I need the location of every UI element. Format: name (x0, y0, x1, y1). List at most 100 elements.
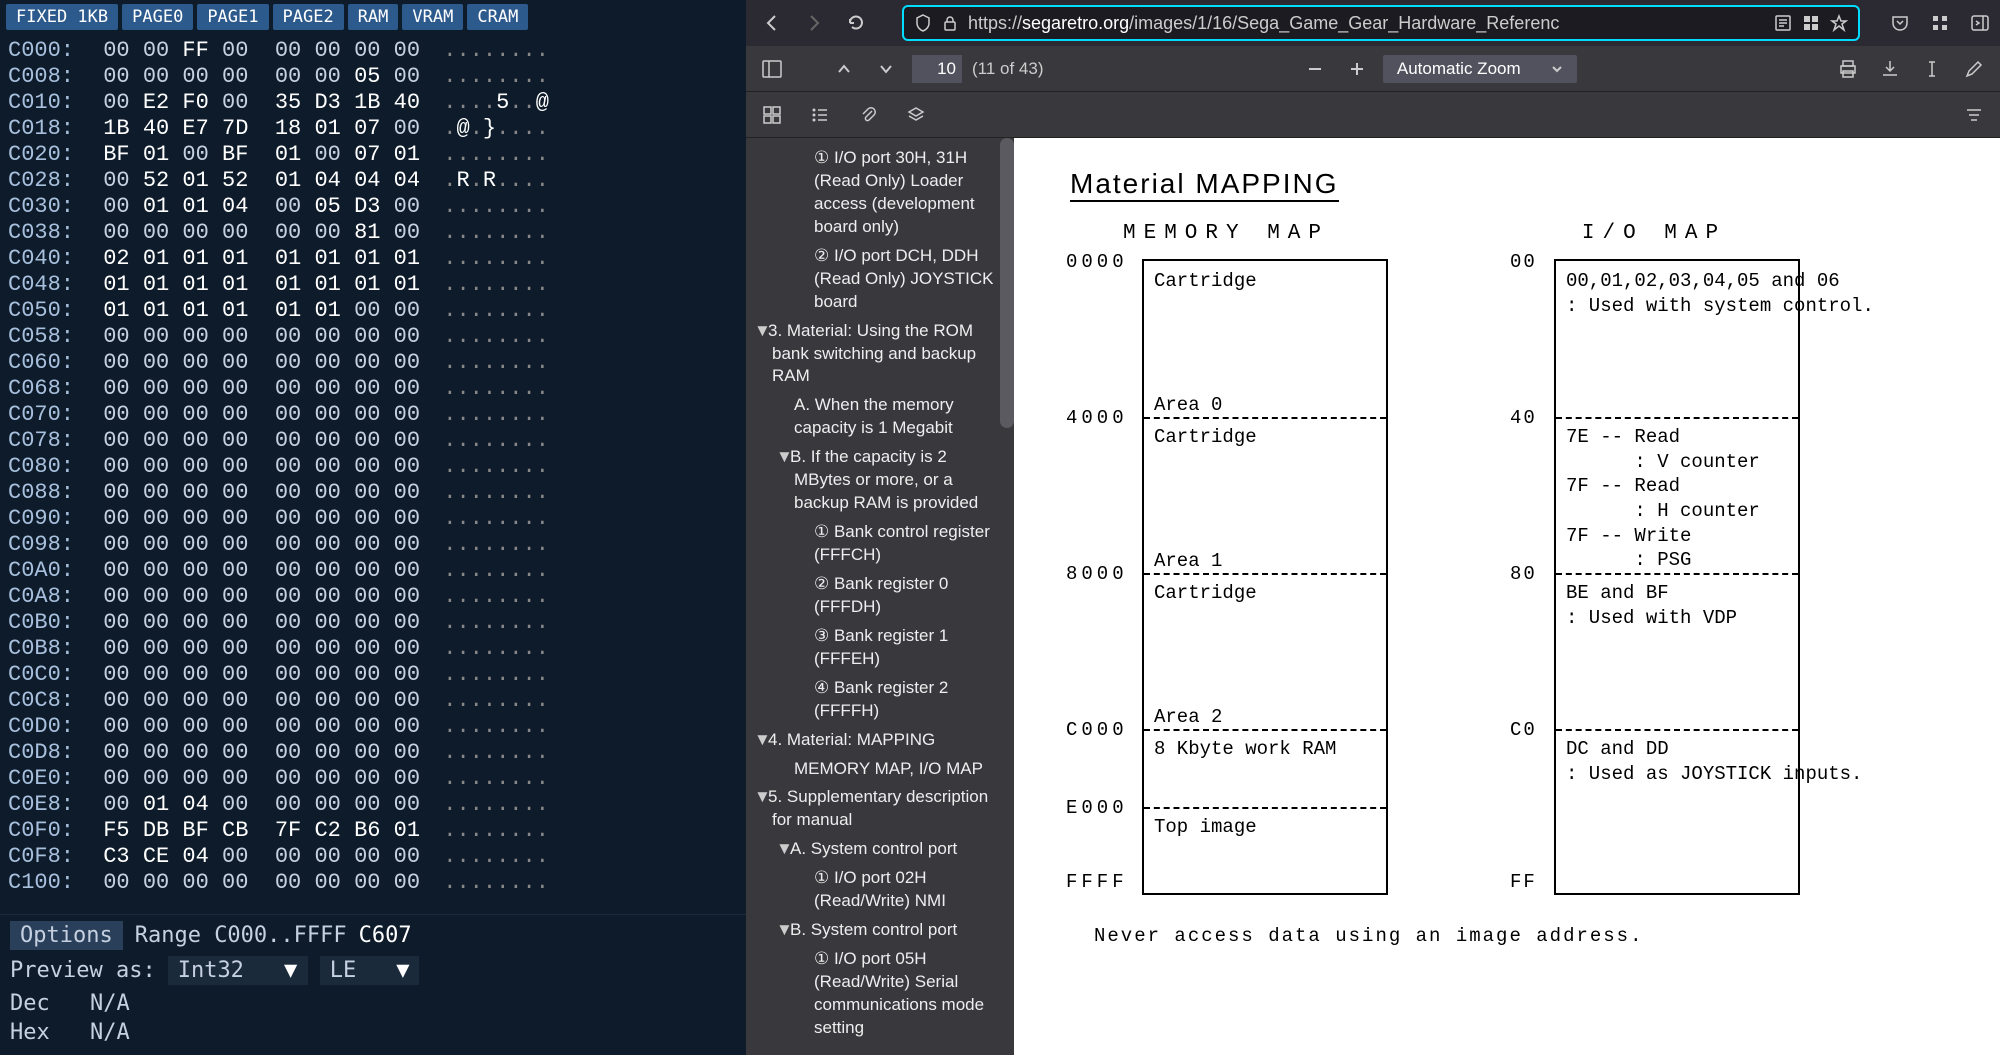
page-down-button[interactable] (870, 53, 902, 85)
memory-tab[interactable]: VRAM (402, 4, 463, 30)
text-select-button[interactable] (1916, 53, 1948, 85)
outline-item[interactable]: ④ Bank register 2 (FFFFH) (746, 674, 1014, 726)
memory-tab[interactable]: FIXED 1KB (6, 4, 118, 30)
hex-value: N/A (90, 1020, 130, 1045)
hex-row[interactable]: C0D8: 00 00 00 00 00 00 00 00 ........ (8, 740, 738, 766)
scrollbar-thumb[interactable] (1000, 138, 1014, 428)
memory-map-title: MEMORY MAP (1064, 222, 1388, 245)
hex-row[interactable]: C0E0: 00 00 00 00 00 00 00 00 ........ (8, 766, 738, 792)
hex-row[interactable]: C030: 00 01 01 04 00 05 D3 00 ........ (8, 194, 738, 220)
page-up-button[interactable] (828, 53, 860, 85)
hex-row[interactable]: C068: 00 00 00 00 00 00 00 00 ........ (8, 376, 738, 402)
attachments-button[interactable] (852, 99, 884, 131)
hex-row[interactable]: C010: 00 E2 F0 00 35 D3 1B 40 ....5..@ (8, 90, 738, 116)
download-button[interactable] (1874, 53, 1906, 85)
back-button[interactable] (756, 7, 788, 39)
map-address-label: FFFF (1066, 871, 1128, 893)
hex-row[interactable]: C018: 1B 40 E7 7D 18 01 07 00 .@.}.... (8, 116, 738, 142)
hex-row[interactable]: C0F0: F5 DB BF CB 7F C2 B6 01 ........ (8, 818, 738, 844)
outline-item[interactable]: ① I/O port 02H (Read/Write) NMI (746, 864, 1014, 916)
hex-row[interactable]: C098: 00 00 00 00 00 00 00 00 ........ (8, 532, 738, 558)
hex-row[interactable]: C048: 01 01 01 01 01 01 01 01 ........ (8, 272, 738, 298)
hex-dump-view[interactable]: C000: 00 00 FF 00 00 00 00 00 ........C0… (0, 34, 746, 914)
hex-row[interactable]: C050: 01 01 01 01 01 01 00 00 ........ (8, 298, 738, 324)
hex-row[interactable]: C080: 00 00 00 00 00 00 00 00 ........ (8, 454, 738, 480)
outline-item[interactable]: ▼4. Material: MAPPING (746, 726, 1014, 755)
app-menu-icon[interactable] (1930, 13, 1950, 33)
hex-row[interactable]: C090: 00 00 00 00 00 00 00 00 ........ (8, 506, 738, 532)
memory-tab[interactable]: RAM (348, 4, 399, 30)
zoom-out-button[interactable] (1299, 53, 1331, 85)
outline-item[interactable]: ② I/O port DCH, DDH (Read Only) JOYSTICK… (746, 242, 1014, 317)
sidebar-toggle-icon[interactable] (1970, 13, 1990, 33)
outline-view-button[interactable] (804, 99, 836, 131)
outline-item[interactable]: ① I/O port 05H (Read/Write) Serial commu… (746, 945, 1014, 1043)
draw-button[interactable] (1958, 53, 1990, 85)
map-address-label: 40 (1510, 407, 1537, 429)
hex-row[interactable]: C000: 00 00 FF 00 00 00 00 00 ........ (8, 38, 738, 64)
outline-item[interactable]: ① I/O port 30H, 31H (Read Only) Loader a… (746, 144, 1014, 242)
layers-button[interactable] (900, 99, 932, 131)
memory-tab[interactable]: PAGE2 (273, 4, 344, 30)
pdf-page[interactable]: Material MAPPING MEMORY MAP 000040008000… (1014, 138, 2000, 1055)
memory-tab[interactable]: CRAM (467, 4, 528, 30)
find-current-button[interactable] (1958, 99, 1990, 131)
outline-item[interactable]: MEMORY MAP, I/O MAP (746, 755, 1014, 784)
chevron-down-icon (1551, 63, 1563, 75)
outline-item[interactable]: ▼B. If the capacity is 2 MBytes or more,… (746, 443, 1014, 518)
hex-row[interactable]: C0B0: 00 00 00 00 00 00 00 00 ........ (8, 610, 738, 636)
hex-row[interactable]: C0E8: 00 01 04 00 00 00 00 00 ........ (8, 792, 738, 818)
bookmark-icon[interactable] (1830, 14, 1848, 32)
hex-row[interactable]: C0D0: 00 00 00 00 00 00 00 00 ........ (8, 714, 738, 740)
hex-row[interactable]: C058: 00 00 00 00 00 00 00 00 ........ (8, 324, 738, 350)
preview-endian-select[interactable]: LE ▼ (320, 956, 420, 985)
print-button[interactable] (1832, 53, 1864, 85)
sidebar-toggle-button[interactable] (756, 53, 788, 85)
hex-row[interactable]: C100: 00 00 00 00 00 00 00 00 ........ (8, 870, 738, 896)
pdf-outline-panel[interactable]: ① I/O port 30H, 31H (Read Only) Loader a… (746, 138, 1014, 1055)
preview-type-select[interactable]: Int32 ▼ (168, 956, 308, 985)
hex-row[interactable]: C0A0: 00 00 00 00 00 00 00 00 ........ (8, 558, 738, 584)
pocket-icon[interactable] (1890, 13, 1910, 33)
hex-row[interactable]: C0C8: 00 00 00 00 00 00 00 00 ........ (8, 688, 738, 714)
zoom-in-button[interactable] (1341, 53, 1373, 85)
hex-row[interactable]: C088: 00 00 00 00 00 00 00 00 ........ (8, 480, 738, 506)
outline-item[interactable]: A. When the memory capacity is 1 Megabit (746, 391, 1014, 443)
outline-item[interactable]: ③ Bank register 1 (FFFEH) (746, 622, 1014, 674)
options-button[interactable]: Options (10, 921, 123, 950)
hex-row[interactable]: C038: 00 00 00 00 00 00 81 00 ........ (8, 220, 738, 246)
map-divider (1556, 417, 1798, 419)
thumbnails-view-button[interactable] (756, 99, 788, 131)
reload-button[interactable] (840, 7, 872, 39)
outline-item[interactable]: ② Bank register 0 (FFFDH) (746, 570, 1014, 622)
hex-row[interactable]: C028: 00 52 01 52 01 04 04 04 .R.R.... (8, 168, 738, 194)
forward-button[interactable] (798, 7, 830, 39)
memory-tab[interactable]: PAGE1 (197, 4, 268, 30)
hex-row[interactable]: C060: 00 00 00 00 00 00 00 00 ........ (8, 350, 738, 376)
hex-row[interactable]: C0C0: 00 00 00 00 00 00 00 00 ........ (8, 662, 738, 688)
outline-item[interactable]: ▼3. Material: Using the ROM bank switchi… (746, 317, 1014, 392)
memory-tab[interactable]: PAGE0 (122, 4, 193, 30)
outline-item[interactable]: ▼A. System control port (746, 835, 1014, 864)
hex-row[interactable]: C0F8: C3 CE 04 00 00 00 00 00 ........ (8, 844, 738, 870)
outline-item[interactable]: ▼B. System control port (746, 916, 1014, 945)
reader-mode-icon[interactable] (1774, 14, 1792, 32)
map-region-label: DC and DD : Used as JOYSTICK inputs. (1566, 737, 1788, 786)
qr-icon[interactable] (1802, 14, 1820, 32)
zoom-select[interactable]: Automatic Zoom (1383, 55, 1577, 83)
hex-row[interactable]: C040: 02 01 01 01 01 01 01 01 ........ (8, 246, 738, 272)
hex-row[interactable]: C008: 00 00 00 00 00 00 05 00 ........ (8, 64, 738, 90)
map-address-label: 0000 (1066, 251, 1128, 273)
hex-row[interactable]: C070: 00 00 00 00 00 00 00 00 ........ (8, 402, 738, 428)
hex-row[interactable]: C0B8: 00 00 00 00 00 00 00 00 ........ (8, 636, 738, 662)
hex-row[interactable]: C0A8: 00 00 00 00 00 00 00 00 ........ (8, 584, 738, 610)
map-region-label: 7E -- Read : V counter 7F -- Read : H co… (1566, 425, 1788, 573)
page-number-input[interactable] (912, 55, 962, 83)
url-bar[interactable]: https://segaretro.org/images/1/16/Sega_G… (902, 5, 1860, 41)
map-region-label: Cartridge (1154, 425, 1376, 450)
outline-item[interactable]: ▼5. Supplementary description for manual (746, 783, 1014, 835)
chevron-down-icon: ▼ (284, 958, 297, 983)
hex-row[interactable]: C020: BF 01 00 BF 01 00 07 01 ........ (8, 142, 738, 168)
outline-item[interactable]: ① Bank control register (FFFCH) (746, 518, 1014, 570)
hex-row[interactable]: C078: 00 00 00 00 00 00 00 00 ........ (8, 428, 738, 454)
